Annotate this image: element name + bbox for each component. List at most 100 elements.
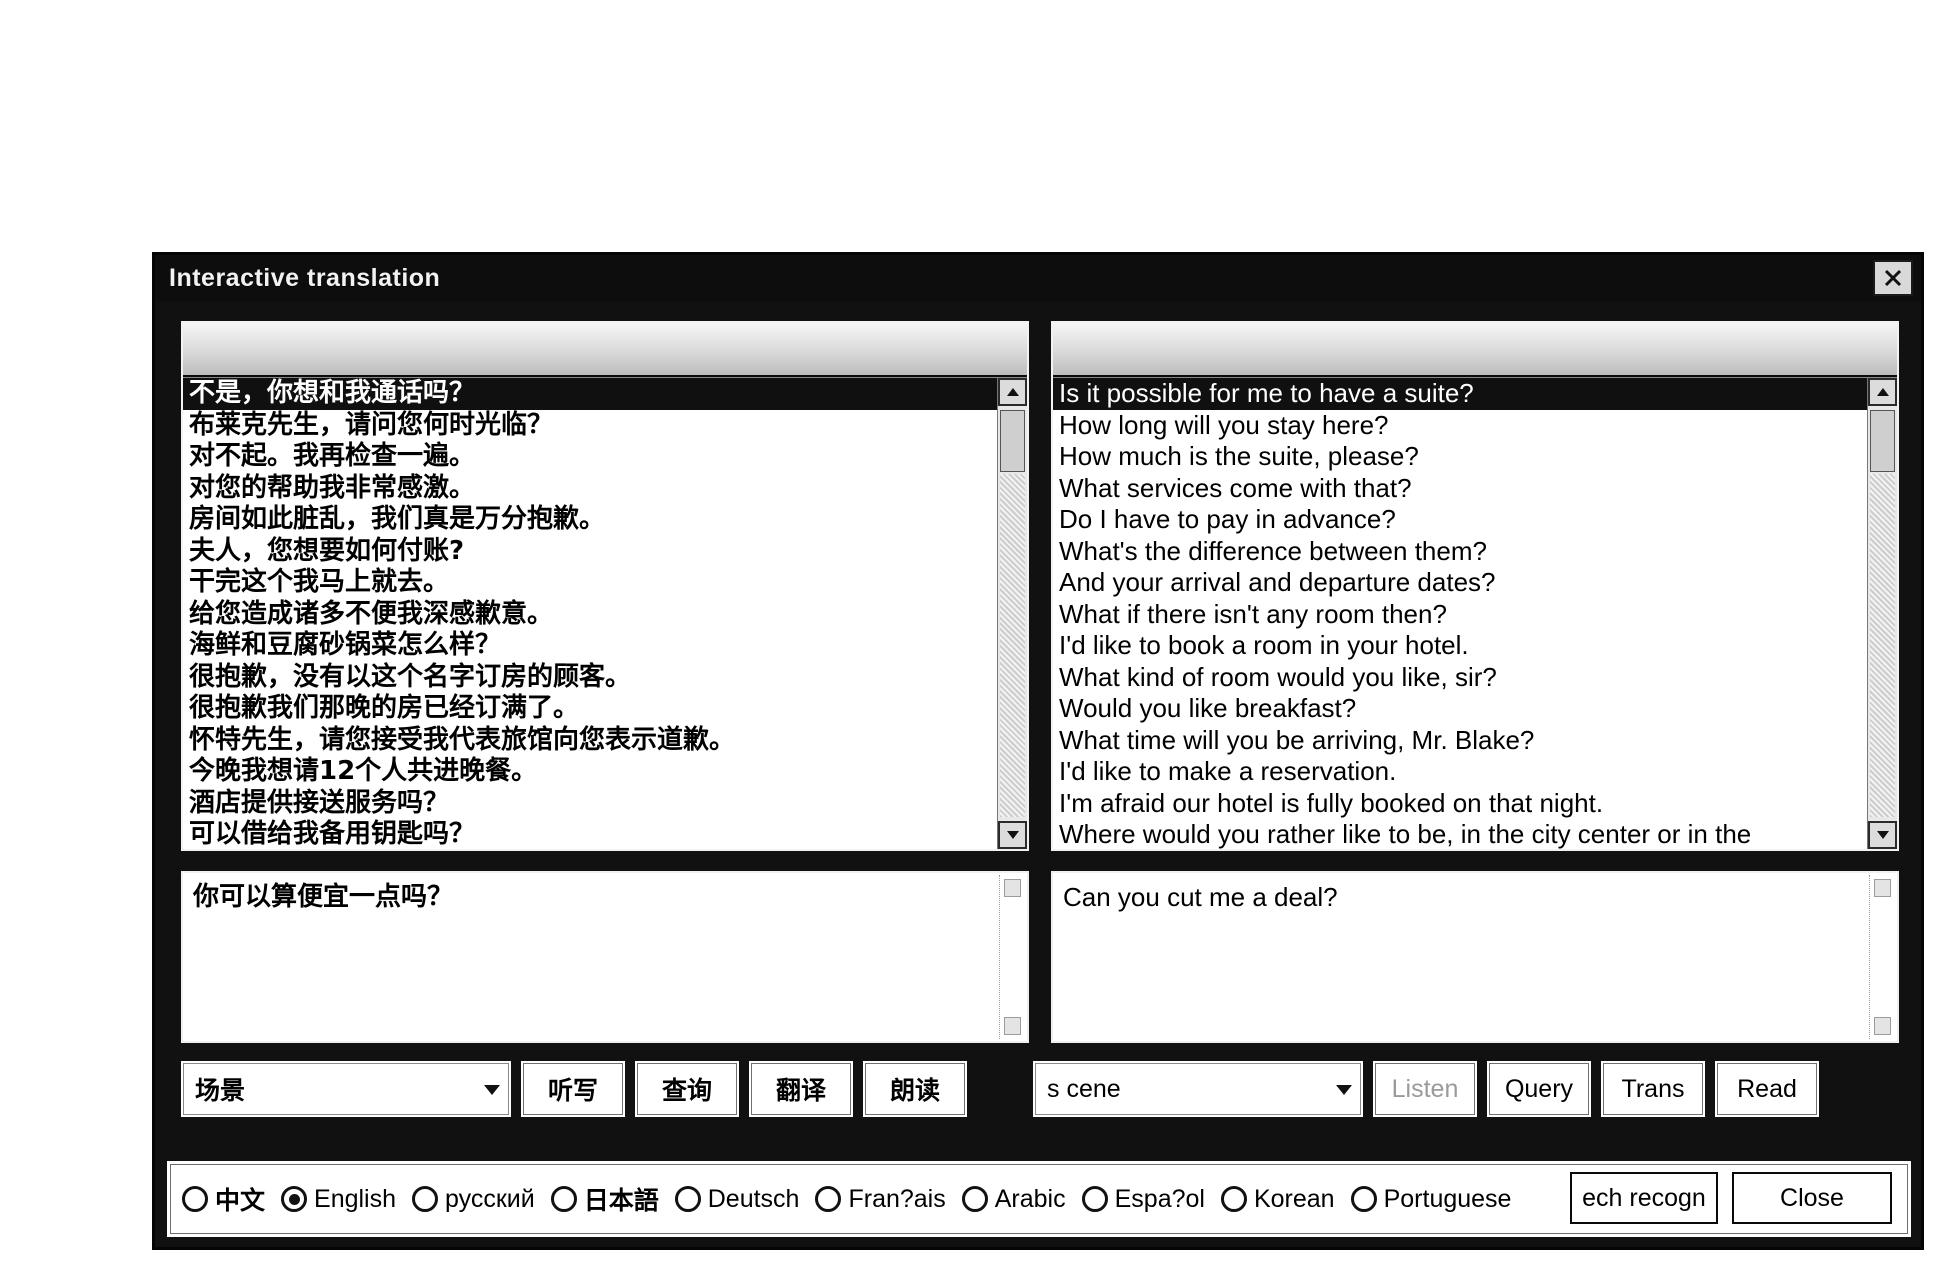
radio-icon [961, 1186, 988, 1212]
scroll-up-button[interactable] [998, 378, 1027, 406]
scroll-down-button[interactable] [1004, 1017, 1021, 1035]
speech-recognition-button[interactable]: ech recogn [1570, 1172, 1718, 1224]
list-item[interactable]: 对您的帮助我非常感激。 [183, 473, 997, 505]
translate-button[interactable]: 翻译 [749, 1061, 853, 1117]
target-text-input[interactable]: Can you cut me a deal? [1051, 871, 1899, 1043]
read-aloud-button[interactable]: 朗读 [863, 1061, 967, 1117]
scrollbar-thumb[interactable] [1000, 410, 1025, 472]
list-item[interactable]: How much is the suite, please? [1053, 441, 1867, 473]
title-bar: Interactive translation [155, 255, 1921, 301]
radio-icon [550, 1186, 577, 1212]
language-radio-label: русский [445, 1184, 535, 1213]
list-item[interactable]: 夫人，您想要如何付账? [183, 536, 997, 568]
source-list-items: 不是，你想和我通话吗？ 布莱克先生，请问您何时光临？ 对不起。我再检查一遍。 对您的帮… [183, 378, 997, 849]
dialog-content: 不是，你想和我通话吗？ 布莱克先生，请问您何时光临？ 对不起。我再检查一遍。 对您的帮… [155, 301, 1921, 1247]
list-item[interactable]: 怀特先生，请您接受我代表旅馆向您表示道歉。 [183, 725, 997, 757]
list-item[interactable]: 对不起。我再检查一遍。 [183, 441, 997, 473]
list-item[interactable]: 干完这个我马上就去。 [183, 567, 997, 599]
language-radio--[interactable]: 日本語 [550, 1181, 659, 1217]
close-button[interactable]: Close [1732, 1172, 1892, 1224]
source-category-select[interactable]: 场景 [181, 1061, 511, 1117]
query-button[interactable]: 查询 [635, 1061, 739, 1117]
target-controls: s cene Listen Query Trans Read [1033, 1061, 1899, 1117]
list-item[interactable]: I'd like to book a room in your hotel. [1053, 630, 1867, 662]
scrollbar-track[interactable] [1000, 474, 1025, 817]
language-radio-espa-ol[interactable]: Espa?ol [1081, 1185, 1205, 1214]
list-item[interactable]: 房间如此脏乱，我们真是万分抱歉。 [183, 504, 997, 536]
edit-row: 你可以算便宜一点吗？ Can you cut me a deal? [181, 871, 1899, 1043]
target-text-value: Can you cut me a deal? [1063, 882, 1338, 912]
list-item[interactable]: And your arrival and departure dates? [1053, 567, 1867, 599]
radio-icon [281, 1186, 308, 1212]
language-radio-arabic[interactable]: Arabic [961, 1185, 1066, 1214]
chevron-up-icon [1876, 388, 1889, 396]
list-item[interactable]: What time will you be arriving, Mr. Blak… [1053, 725, 1867, 757]
scroll-up-button[interactable] [1868, 378, 1897, 406]
close-x-icon [1884, 269, 1902, 287]
read-button[interactable]: Read [1715, 1061, 1819, 1117]
window-title: Interactive translation [169, 263, 441, 292]
language-radio-label: 日本語 [583, 1186, 659, 1215]
language-radio-english[interactable]: English [281, 1185, 396, 1214]
list-item[interactable]: What if there isn't any room then? [1053, 599, 1867, 631]
source-text-scrollbar[interactable] [999, 875, 1025, 1039]
target-text-scrollbar[interactable] [1869, 875, 1895, 1039]
language-radio-fran-ais[interactable]: Fran?ais [815, 1185, 946, 1214]
language-radio-label: English [314, 1184, 397, 1213]
list-item[interactable]: 很抱歉我们那晚的房已经订满了。 [183, 693, 997, 725]
source-list-panel: 不是，你想和我通话吗？ 布莱克先生，请问您何时光临？ 对不起。我再检查一遍。 对您的帮… [181, 321, 1029, 851]
language-radio-label: Deutsch [707, 1184, 800, 1213]
language-radio-korean[interactable]: Korean [1220, 1184, 1335, 1214]
chevron-down-icon [475, 1083, 509, 1096]
list-item[interactable]: What kind of room would you like, sir? [1053, 662, 1867, 694]
close-window-button[interactable] [1873, 260, 1913, 296]
source-action-buttons: 听写 查询 翻译 朗读 [521, 1061, 1021, 1117]
list-item[interactable]: 可以借给我备用钥匙吗？ [183, 819, 997, 849]
list-item[interactable]: 很抱歉，没有以这个名字订房的顾客。 [183, 662, 997, 694]
list-item[interactable]: How long will you stay here? [1053, 410, 1867, 442]
language-radio--[interactable]: русский [412, 1185, 535, 1214]
list-item[interactable]: Would you like breakfast? [1053, 693, 1867, 725]
scroll-down-button[interactable] [1868, 821, 1897, 849]
scroll-up-button[interactable] [1874, 879, 1891, 897]
query-button[interactable]: Query [1487, 1061, 1591, 1117]
target-category-select[interactable]: s cene [1033, 1061, 1363, 1117]
scrollbar-track[interactable] [1870, 474, 1895, 817]
list-item[interactable]: 酒店提供接送服务吗？ [183, 788, 997, 820]
source-text-input[interactable]: 你可以算便宜一点吗？ [181, 871, 1029, 1043]
list-item[interactable]: Do I have to pay in advance? [1053, 504, 1867, 536]
radio-icon [412, 1186, 439, 1212]
language-radio--[interactable]: 中文 [182, 1181, 265, 1217]
language-radio-deutsch[interactable]: Deutsch [674, 1184, 800, 1214]
list-item[interactable]: 给您造成诸多不便我深感歉意。 [183, 599, 997, 631]
language-radio-portuguese[interactable]: Portuguese [1350, 1185, 1511, 1214]
trans-button[interactable]: Trans [1601, 1061, 1705, 1117]
scroll-up-button[interactable] [1004, 879, 1021, 897]
list-item[interactable]: 海鲜和豆腐砂锅菜怎么样？ [183, 630, 997, 662]
list-item[interactable]: 布莱克先生，请问您何时光临？ [183, 410, 997, 442]
list-item[interactable]: What's the difference between them? [1053, 536, 1867, 568]
radio-icon [815, 1186, 842, 1212]
source-controls: 场景 听写 查询 翻译 朗读 [181, 1061, 1033, 1117]
target-list[interactable]: Is it possible for me to have a suite? Ho… [1053, 377, 1897, 849]
language-radio-label: Korean [1253, 1184, 1335, 1213]
list-item[interactable]: 不是，你想和我通话吗？ [183, 378, 997, 410]
target-list-scrollbar[interactable] [1867, 378, 1897, 849]
listen-button: Listen [1373, 1061, 1477, 1117]
dictate-button[interactable]: 听写 [521, 1061, 625, 1117]
list-item[interactable]: 今晚我想请12个人共进晚餐。 [183, 756, 997, 788]
list-item[interactable]: I'd like to make a reservation. [1053, 756, 1867, 788]
scroll-down-button[interactable] [1874, 1017, 1891, 1035]
radio-icon [1350, 1186, 1377, 1212]
source-list[interactable]: 不是，你想和我通话吗？ 布莱克先生，请问您何时光临？ 对不起。我再检查一遍。 对您的帮… [183, 377, 1027, 849]
list-item[interactable]: What services come with that? [1053, 473, 1867, 505]
target-action-buttons: Listen Query Trans Read [1373, 1061, 1899, 1117]
source-panel-header [183, 323, 1027, 377]
list-item[interactable]: I'm afraid our hotel is fully booked on … [1053, 788, 1867, 820]
scrollbar-thumb[interactable] [1870, 410, 1895, 472]
scroll-down-button[interactable] [998, 821, 1027, 849]
source-list-scrollbar[interactable] [997, 378, 1027, 849]
list-item[interactable]: Is it possible for me to have a suite? [1053, 378, 1867, 410]
language-radio-label: 中文 [215, 1186, 266, 1215]
list-item[interactable]: Where would you rather like to be, in th… [1053, 819, 1867, 849]
